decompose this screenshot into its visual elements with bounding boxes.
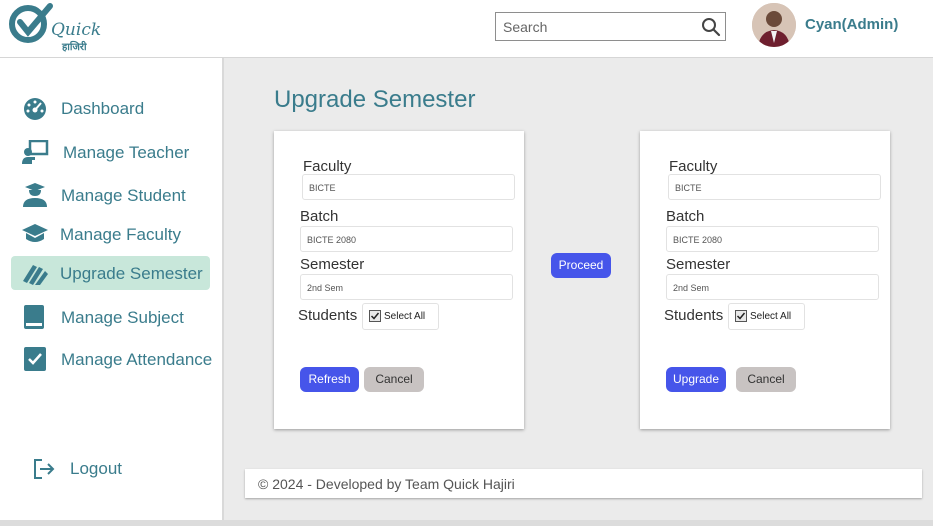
- sidebar-item-dashboard[interactable]: Dashboard: [11, 91, 210, 125]
- batch-field[interactable]: BICTE 2080: [666, 226, 879, 252]
- sidebar-item-manage-subject[interactable]: Manage Subject: [11, 300, 210, 334]
- footer-text: © 2024 - Developed by Team Quick Hajiri: [258, 476, 515, 492]
- semester-field[interactable]: 2nd Sem: [300, 274, 513, 300]
- sidebar-item-manage-teacher[interactable]: Manage Teacher: [11, 135, 210, 169]
- faculty-label: Faculty: [669, 158, 718, 175]
- app-logo[interactable]: Quick हाजिरी: [8, 2, 101, 54]
- upgrade-button[interactable]: Upgrade: [666, 367, 726, 392]
- sidebar: Dashboard Manage Teacher Manage Student …: [0, 58, 224, 520]
- target-semester-card: Faculty BICTE Batch BICTE 2080 Semester …: [640, 131, 890, 429]
- cancel-button[interactable]: Cancel: [736, 367, 796, 392]
- logout-label: Logout: [70, 459, 122, 478]
- refresh-button[interactable]: Refresh: [300, 367, 359, 392]
- teacher-icon: [22, 140, 49, 164]
- checkbox-checked-icon: [369, 310, 381, 322]
- dashboard-icon: [24, 98, 46, 120]
- user-photo-icon: [752, 3, 796, 47]
- students-label: Students: [664, 307, 724, 324]
- logo-subtext: हाजिरी: [62, 42, 87, 53]
- students-label: Students: [298, 307, 358, 324]
- batch-label: Batch: [300, 208, 339, 225]
- semester-label: Semester: [300, 256, 365, 273]
- attendance-icon: [24, 347, 46, 371]
- student-icon: [23, 183, 47, 207]
- bottom-strip: [0, 520, 933, 526]
- footer: © 2024 - Developed by Team Quick Hajiri: [245, 469, 922, 498]
- sidebar-item-label: Manage Faculty: [60, 225, 181, 244]
- select-all-checkbox[interactable]: Select All: [728, 303, 805, 330]
- select-all-label: Select All: [384, 311, 426, 322]
- search-input[interactable]: [496, 13, 696, 40]
- semester-field[interactable]: 2nd Sem: [666, 274, 879, 300]
- sidebar-item-manage-student[interactable]: Manage Student: [11, 178, 210, 212]
- sidebar-item-label: Manage Subject: [61, 308, 184, 327]
- batch-label: Batch: [666, 208, 705, 225]
- proceed-button[interactable]: Proceed: [551, 253, 611, 278]
- sidebar-item-label: Manage Attendance: [61, 350, 213, 369]
- book-icon: [24, 305, 44, 329]
- cancel-button[interactable]: Cancel: [364, 367, 424, 392]
- semester-label: Semester: [666, 256, 731, 273]
- user-name[interactable]: Cyan(Admin): [805, 16, 898, 33]
- sidebar-item-manage-attendance[interactable]: Manage Attendance: [11, 342, 213, 376]
- sidebar-item-label: Dashboard: [61, 99, 145, 118]
- search-icon[interactable]: [701, 17, 721, 37]
- faculty-label: Faculty: [303, 158, 352, 175]
- logout-button[interactable]: Logout: [33, 458, 153, 482]
- checkbox-checked-icon: [735, 310, 747, 322]
- select-all-label: Select All: [750, 311, 792, 322]
- sidebar-item-manage-faculty[interactable]: Manage Faculty: [11, 217, 210, 251]
- sidebar-item-label: Upgrade Semester: [60, 264, 203, 283]
- faculty-icon: [22, 224, 48, 242]
- top-header: Quick हाजिरी Cyan(Admin): [0, 0, 933, 58]
- avatar[interactable]: [752, 3, 796, 47]
- faculty-field[interactable]: BICTE: [668, 174, 881, 200]
- logo-check-icon: [9, 3, 53, 43]
- upgrade-semester-icon: [23, 265, 48, 285]
- logout-icon: [34, 459, 55, 479]
- sidebar-item-label: Manage Student: [61, 186, 186, 205]
- search-box: [495, 12, 726, 41]
- source-semester-card: Faculty BICTE Batch BICTE 2080 Semester …: [274, 131, 524, 429]
- logo-text: Quick: [51, 20, 102, 40]
- batch-field[interactable]: BICTE 2080: [300, 226, 513, 252]
- page-title: Upgrade Semester: [274, 86, 476, 113]
- select-all-checkbox[interactable]: Select All: [362, 303, 439, 330]
- sidebar-item-label: Manage Teacher: [63, 143, 190, 162]
- sidebar-item-upgrade-semester[interactable]: Upgrade Semester: [11, 256, 210, 290]
- faculty-field[interactable]: BICTE: [302, 174, 515, 200]
